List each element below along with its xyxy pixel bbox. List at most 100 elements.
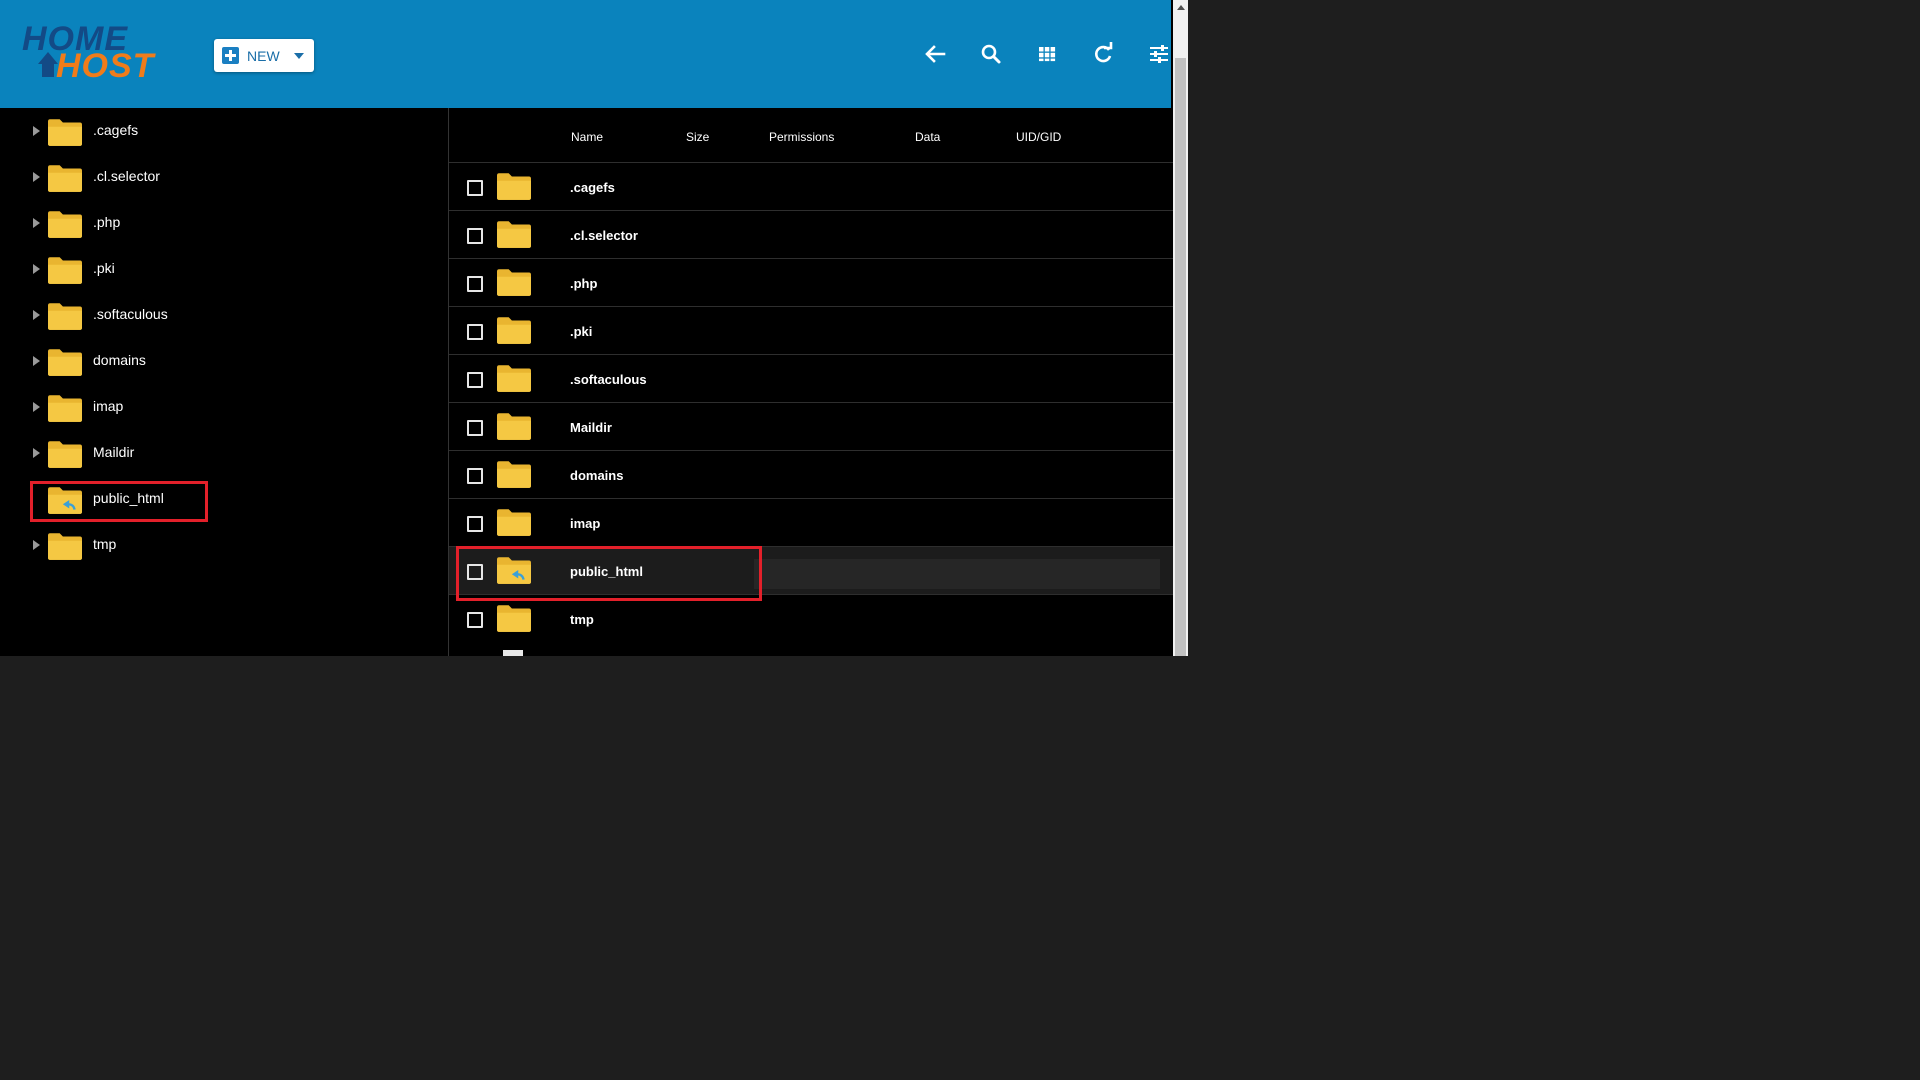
- folder-icon: [497, 461, 531, 488]
- grid-view-button[interactable]: [1031, 38, 1063, 70]
- logo-text-host: HOST: [56, 47, 155, 85]
- row-folder-icon-wrap: [497, 604, 531, 637]
- chevron-down-icon[interactable]: [294, 53, 304, 59]
- table-row[interactable]: .cagefs: [449, 162, 1173, 211]
- tree-folder-icon-wrap: [48, 118, 82, 151]
- folder-icon: [48, 211, 82, 238]
- tree-item-php[interactable]: .php: [0, 202, 440, 242]
- tree-item-pki[interactable]: .pki: [0, 248, 440, 288]
- tree-folder-icon-wrap: [48, 532, 82, 565]
- expand-arrow-icon[interactable]: [33, 448, 40, 458]
- tree-item-domains[interactable]: domains: [0, 340, 440, 380]
- table-row[interactable]: tmp: [449, 594, 1173, 643]
- search-button[interactable]: [975, 38, 1007, 70]
- shared-folder-icon: [497, 557, 531, 584]
- tree-item-maildir[interactable]: Maildir: [0, 432, 440, 472]
- expand-arrow-icon[interactable]: [33, 218, 40, 228]
- row-checkbox[interactable]: [467, 276, 483, 292]
- tree-item-label: .softaculous: [93, 306, 168, 322]
- tree-item-cl-selector[interactable]: .cl.selector: [0, 156, 440, 196]
- shared-folder-icon: [48, 487, 82, 514]
- row-folder-icon-wrap: [497, 172, 531, 205]
- folder-icon: [497, 269, 531, 296]
- file-icon: [503, 650, 523, 656]
- scrollbar-thumb[interactable]: [1175, 58, 1186, 656]
- folder-icon: [497, 221, 531, 248]
- column-header-uid-gid[interactable]: UID/GID: [1016, 130, 1061, 144]
- expand-arrow-icon[interactable]: [33, 264, 40, 274]
- scroll-up-icon[interactable]: [1177, 5, 1185, 10]
- row-folder-icon-wrap: [497, 508, 531, 541]
- row-name: .php: [570, 276, 598, 291]
- tree-folder-icon-wrap: [48, 348, 82, 381]
- tree-item-tmp[interactable]: tmp: [0, 524, 440, 564]
- tree-folder-icon-wrap: [48, 256, 82, 289]
- column-header-data[interactable]: Data: [915, 130, 940, 144]
- folder-icon: [497, 509, 531, 536]
- expand-arrow-icon[interactable]: [33, 310, 40, 320]
- table-row[interactable]: .php: [449, 258, 1173, 307]
- tree-item-label: .cl.selector: [93, 168, 160, 184]
- vertical-scrollbar[interactable]: [1173, 0, 1188, 656]
- row-checkbox[interactable]: [467, 564, 483, 580]
- row-name: .cl.selector: [570, 228, 638, 243]
- folder-icon: [48, 533, 82, 560]
- tree-item-cagefs[interactable]: .cagefs: [0, 110, 440, 150]
- settings-button[interactable]: [1143, 38, 1175, 70]
- row-checkbox[interactable]: [467, 516, 483, 532]
- table-row[interactable]: imap: [449, 498, 1173, 547]
- column-header-permissions[interactable]: Permissions: [769, 130, 834, 144]
- expand-arrow-icon[interactable]: [33, 126, 40, 136]
- tree-item-softaculous[interactable]: .softaculous: [0, 294, 440, 334]
- expand-arrow-icon[interactable]: [33, 540, 40, 550]
- row-name: tmp: [570, 612, 594, 627]
- table-row[interactable]: public_html: [449, 546, 1173, 595]
- row-folder-icon-wrap: [497, 268, 531, 301]
- tree-item-public-html[interactable]: public_html: [0, 478, 440, 518]
- tree-item-label: domains: [93, 352, 146, 368]
- column-header-size[interactable]: Size: [686, 130, 709, 144]
- tree-folder-icon-wrap: [48, 210, 82, 243]
- row-checkbox[interactable]: [467, 228, 483, 244]
- row-checkbox[interactable]: [467, 324, 483, 340]
- file-list-panel: Name Size Permissions Data UID/GID .cage…: [449, 108, 1173, 656]
- folder-icon: [497, 317, 531, 344]
- home-host-logo[interactable]: HOME HOST: [20, 22, 195, 84]
- row-folder-icon-wrap: [497, 364, 531, 397]
- new-button[interactable]: NEW: [214, 39, 314, 72]
- back-button[interactable]: [919, 38, 951, 70]
- expand-arrow-icon[interactable]: [33, 402, 40, 412]
- folder-icon: [48, 441, 82, 468]
- row-checkbox[interactable]: [467, 612, 483, 628]
- expand-arrow-icon[interactable]: [33, 356, 40, 366]
- row-name: Maildir: [570, 420, 612, 435]
- tree-item-imap[interactable]: imap: [0, 386, 440, 426]
- row-checkbox[interactable]: [467, 468, 483, 484]
- refresh-icon: [1095, 42, 1113, 63]
- row-checkbox[interactable]: [467, 420, 483, 436]
- table-row[interactable]: domains: [449, 450, 1173, 499]
- folder-icon: [497, 173, 531, 200]
- tree-item-label: imap: [93, 398, 124, 414]
- tree-item-label: .php: [93, 214, 121, 230]
- file-manager-window: HOME HOST NEW .cagefs .cl.selector .php …: [0, 0, 1188, 656]
- column-header-name[interactable]: Name: [571, 130, 603, 144]
- table-row[interactable]: Maildir: [449, 402, 1173, 451]
- refresh-button[interactable]: [1087, 38, 1119, 70]
- row-folder-icon-wrap: [497, 316, 531, 349]
- folder-icon: [497, 365, 531, 392]
- row-name: imap: [570, 516, 601, 531]
- plus-icon: [222, 47, 239, 64]
- folder-icon: [497, 605, 531, 632]
- row-checkbox[interactable]: [467, 180, 483, 196]
- row-folder-icon-wrap: [497, 556, 531, 589]
- row-checkbox[interactable]: [467, 372, 483, 388]
- table-row[interactable]: .cl.selector: [449, 210, 1173, 259]
- tree-folder-icon-wrap: [48, 302, 82, 335]
- row-name: .cagefs: [570, 180, 615, 195]
- table-row[interactable]: .pki: [449, 306, 1173, 355]
- expand-arrow-icon[interactable]: [33, 172, 40, 182]
- top-toolbar: HOME HOST NEW: [0, 0, 1171, 108]
- row-folder-icon-wrap: [497, 460, 531, 493]
- table-row[interactable]: .softaculous: [449, 354, 1173, 403]
